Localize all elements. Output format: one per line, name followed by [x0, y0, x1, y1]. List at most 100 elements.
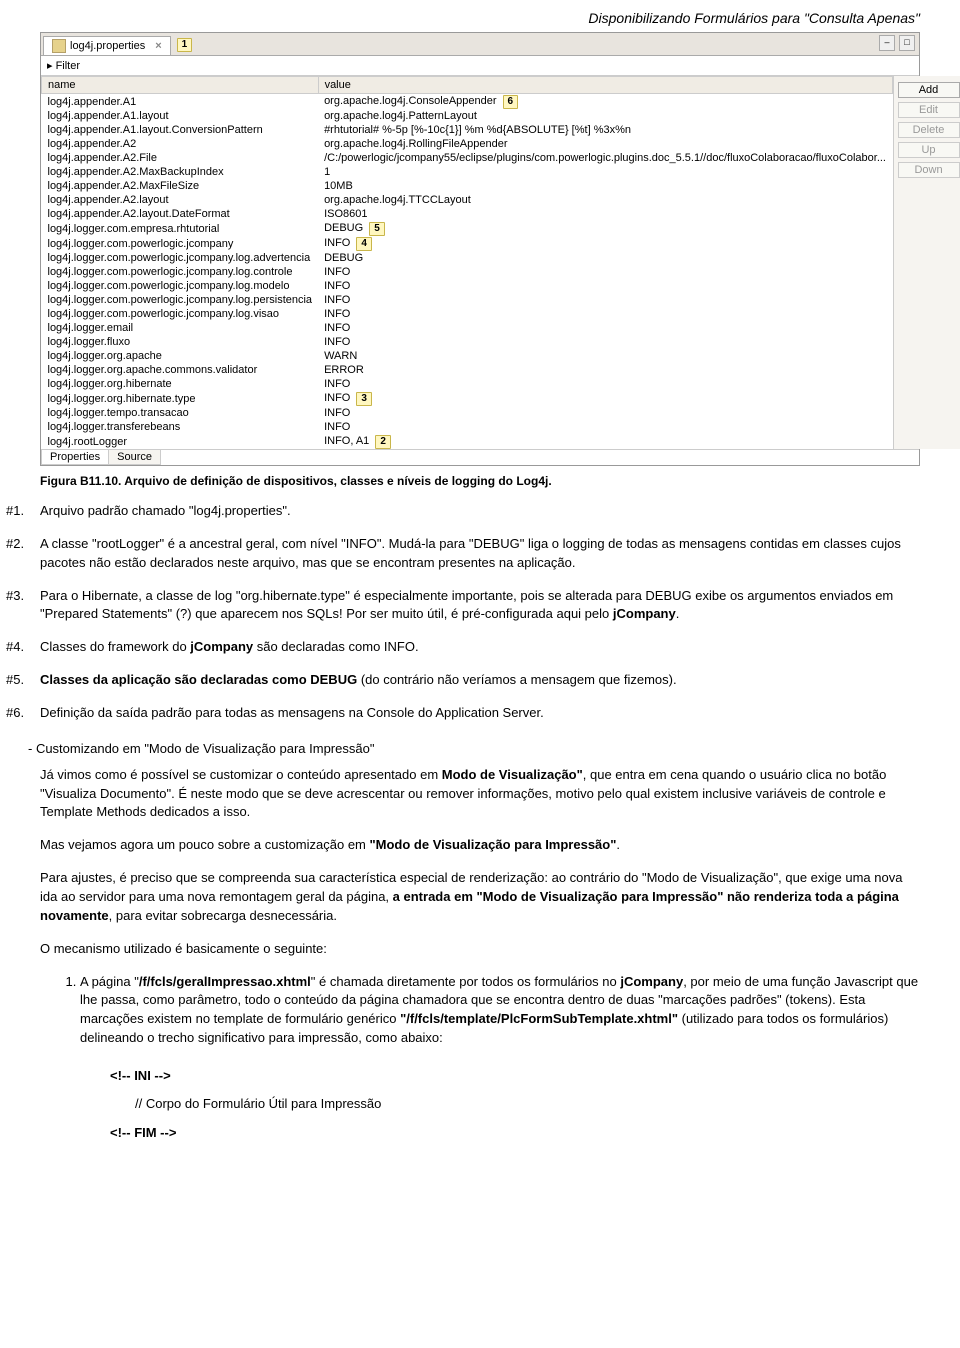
table-row[interactable]: log4j.logger.com.powerlogic.jcompany.log…	[42, 279, 893, 293]
cell-value: INFO	[318, 293, 892, 307]
li-text-bold: "/f/fcls/template/PlcFormSubTemplate.xht…	[400, 1011, 678, 1026]
cell-name: log4j.logger.email	[42, 321, 319, 335]
table-row[interactable]: log4j.logger.org.hibernateINFO	[42, 377, 893, 391]
item-number: #1.	[6, 502, 40, 521]
add-button[interactable]: Add	[898, 82, 960, 98]
cell-value: ISO8601	[318, 207, 892, 221]
properties-editor: log4j.properties × 1 – □ ▸ Filter name v…	[40, 32, 920, 466]
cell-value: #rhtutorial# %-5p [%-10c{1}] %m %d{ABSOL…	[318, 123, 892, 137]
table-row[interactable]: log4j.appender.A2.layout.DateFormatISO86…	[42, 207, 893, 221]
cell-value: org.apache.log4j.PatternLayout	[318, 109, 892, 123]
numbered-list: A página "/f/fcls/geralImpressao.xhtml" …	[40, 973, 920, 1048]
cell-value: ERROR	[318, 363, 892, 377]
maximize-icon[interactable]: □	[899, 35, 915, 51]
editor-tabbar: log4j.properties × 1 – □	[41, 33, 919, 56]
table-row[interactable]: log4j.rootLoggerINFO, A12	[42, 434, 893, 449]
table-row[interactable]: log4j.appender.A2.layoutorg.apache.log4j…	[42, 193, 893, 207]
col-header-name[interactable]: name	[42, 77, 319, 94]
table-row[interactable]: log4j.logger.com.powerlogic.jcompany.log…	[42, 307, 893, 321]
cell-name: log4j.logger.com.powerlogic.jcompany	[42, 236, 319, 251]
cell-value: org.apache.log4j.RollingFileAppender	[318, 137, 892, 151]
cell-value: INFO4	[318, 236, 892, 251]
down-button[interactable]: Down	[898, 162, 960, 178]
cell-value: INFO	[318, 321, 892, 335]
editor-window-buttons: – □	[879, 35, 915, 51]
table-row[interactable]: log4j.logger.com.powerlogic.jcompany.log…	[42, 293, 893, 307]
cell-value: INFO, A12	[318, 434, 892, 449]
item-text: Definição da saída padrão para todas as …	[40, 705, 544, 720]
cell-name: log4j.appender.A2.MaxBackupIndex	[42, 165, 319, 179]
paragraph: Para ajustes, é preciso que se compreend…	[40, 869, 920, 926]
table-row[interactable]: log4j.appender.A2.MaxFileSize10MB	[42, 179, 893, 193]
cell-value: DEBUG5	[318, 221, 892, 236]
item-text: Arquivo padrão chamado "log4j.properties…	[40, 503, 291, 518]
item-number: #6.	[6, 704, 40, 723]
cell-value: org.apache.log4j.ConsoleAppender6	[318, 94, 892, 110]
table-row[interactable]: log4j.appender.A1org.apache.log4j.Consol…	[42, 94, 893, 110]
page-header-title: Disponibilizando Formulários para "Consu…	[40, 10, 920, 26]
editor-tab-log4j[interactable]: log4j.properties ×	[43, 36, 171, 55]
paragraph: O mecanismo utilizado é basicamente o se…	[40, 940, 920, 959]
table-row[interactable]: log4j.logger.tempo.transacaoINFO	[42, 406, 893, 420]
para-text-bold: "Modo de Visualização para Impressão"	[370, 837, 617, 852]
cell-name: log4j.appender.A2.layout.DateFormat	[42, 207, 319, 221]
cell-value: 10MB	[318, 179, 892, 193]
cell-value: INFO	[318, 265, 892, 279]
table-row[interactable]: log4j.logger.org.apacheWARN	[42, 349, 893, 363]
cell-name: log4j.logger.org.apache.commons.validato…	[42, 363, 319, 377]
callout-badge: 5	[369, 222, 385, 236]
cell-name: log4j.logger.org.hibernate	[42, 377, 319, 391]
close-icon[interactable]: ×	[155, 40, 161, 52]
cell-value: INFO3	[318, 391, 892, 406]
table-row[interactable]: log4j.logger.com.powerlogic.jcompanyINFO…	[42, 236, 893, 251]
code-line: <!-- INI -->	[110, 1062, 920, 1091]
cell-name: log4j.appender.A2.MaxFileSize	[42, 179, 319, 193]
cell-name: log4j.logger.transferebeans	[42, 420, 319, 434]
cell-name: log4j.logger.fluxo	[42, 335, 319, 349]
table-row[interactable]: log4j.appender.A2.File/C:/powerlogic/jco…	[42, 151, 893, 165]
table-row[interactable]: log4j.appender.A1.layout.ConversionPatte…	[42, 123, 893, 137]
item-text-bold: jCompany	[613, 606, 676, 621]
cell-name: log4j.appender.A1.layout	[42, 109, 319, 123]
item-number: #2.	[6, 535, 40, 554]
item-text-bold: jCompany	[190, 639, 253, 654]
edit-button[interactable]: Edit	[898, 102, 960, 118]
tab-source[interactable]: Source	[108, 450, 161, 465]
cell-name: log4j.logger.org.apache	[42, 349, 319, 363]
cell-name: log4j.rootLogger	[42, 434, 319, 449]
table-row[interactable]: log4j.appender.A2org.apache.log4j.Rollin…	[42, 137, 893, 151]
filter-section[interactable]: ▸ Filter	[41, 56, 919, 76]
table-row[interactable]: log4j.appender.A1.layoutorg.apache.log4j…	[42, 109, 893, 123]
table-row[interactable]: log4j.logger.org.hibernate.typeINFO3	[42, 391, 893, 406]
li-text: " é chamada diretamente por todos os for…	[311, 974, 621, 989]
cell-name: log4j.appender.A1	[42, 94, 319, 110]
editor-sidebar: Add Edit Delete Up Down	[894, 76, 960, 449]
table-row[interactable]: log4j.logger.com.powerlogic.jcompany.log…	[42, 251, 893, 265]
code-line: // Corpo do Formulário Útil para Impress…	[110, 1090, 920, 1119]
table-row[interactable]: log4j.logger.fluxoINFO	[42, 335, 893, 349]
item-text: Classes do framework do	[40, 639, 190, 654]
table-row[interactable]: log4j.logger.com.empresa.rhtutorialDEBUG…	[42, 221, 893, 236]
cell-name: log4j.logger.com.powerlogic.jcompany.log…	[42, 293, 319, 307]
item-number: #4.	[6, 638, 40, 657]
up-button[interactable]: Up	[898, 142, 960, 158]
cell-name: log4j.appender.A2.layout	[42, 193, 319, 207]
table-row[interactable]: log4j.logger.com.powerlogic.jcompany.log…	[42, 265, 893, 279]
li-text-bold: jCompany	[620, 974, 683, 989]
tab-properties[interactable]: Properties	[41, 450, 109, 465]
table-row[interactable]: log4j.appender.A2.MaxBackupIndex1	[42, 165, 893, 179]
para-text-bold: Modo de Visualização"	[442, 767, 583, 782]
minimize-icon[interactable]: –	[879, 35, 895, 51]
section-title: - Customizando em "Modo de Visualização …	[28, 741, 920, 756]
delete-button[interactable]: Delete	[898, 122, 960, 138]
callout-badge: 6	[503, 95, 519, 109]
table-row[interactable]: log4j.logger.transferebeansINFO	[42, 420, 893, 434]
callout-badge: 4	[356, 237, 372, 251]
table-row[interactable]: log4j.logger.emailINFO	[42, 321, 893, 335]
col-header-value[interactable]: value	[318, 77, 892, 94]
table-row[interactable]: log4j.logger.org.apache.commons.validato…	[42, 363, 893, 377]
cell-name: log4j.appender.A2.File	[42, 151, 319, 165]
callout-1: 1	[177, 38, 193, 52]
cell-value: INFO	[318, 377, 892, 391]
cell-name: log4j.logger.com.powerlogic.jcompany.log…	[42, 279, 319, 293]
